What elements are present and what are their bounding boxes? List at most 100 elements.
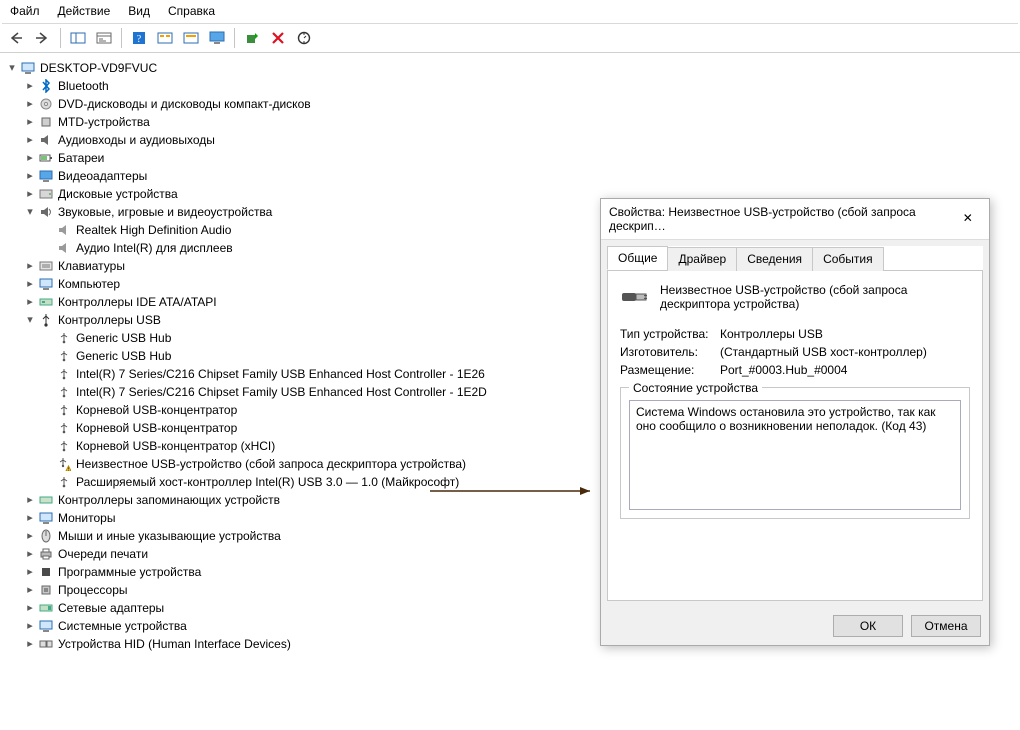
uninstall-button[interactable] (267, 27, 289, 49)
expand-icon[interactable]: ▸ (22, 527, 38, 545)
properties-button[interactable] (93, 27, 115, 49)
collapse-icon[interactable]: ▾ (22, 203, 38, 221)
value-location: Port_#0003.Hub_#0004 (720, 363, 847, 377)
expand-icon[interactable]: ▸ (22, 635, 38, 653)
usb-icon (38, 312, 54, 328)
view-resources-button[interactable] (180, 27, 202, 49)
expand-icon[interactable]: ▸ (22, 131, 38, 149)
tab-events[interactable]: События (812, 247, 884, 271)
label-location: Размещение: (620, 363, 720, 377)
expand-icon[interactable]: ▸ (22, 257, 38, 275)
speaker-icon (38, 204, 54, 220)
expand-icon[interactable]: ▸ (22, 617, 38, 635)
dialog-titlebar[interactable]: Свойства: Неизвестное USB-устройство (сб… (601, 199, 989, 240)
dialog-tabs: Общие Драйвер Сведения События (607, 246, 983, 271)
disc-icon (38, 96, 54, 112)
tab-general[interactable]: Общие (607, 246, 668, 270)
expand-icon[interactable]: ▸ (22, 581, 38, 599)
nav-back-button[interactable] (6, 27, 28, 49)
cat-bluetooth[interactable]: ▸Bluetooth (22, 77, 1016, 95)
computer-icon (20, 60, 36, 76)
cat-dvd[interactable]: ▸DVD-дисководы и дисководы компакт-диско… (22, 95, 1016, 113)
cancel-button[interactable]: Отмена (911, 615, 981, 637)
usb-icon (56, 402, 72, 418)
tab-driver[interactable]: Драйвер (667, 247, 737, 271)
menu-help[interactable]: Справка (168, 4, 215, 18)
expand-icon[interactable]: ▸ (22, 509, 38, 527)
expand-icon[interactable]: ▸ (22, 185, 38, 203)
cat-audio-io[interactable]: ▸Аудиовходы и аудиовыходы (22, 131, 1016, 149)
speaker-icon (38, 132, 54, 148)
tab-body-general: Неизвестное USB-устройство (сбой запроса… (607, 271, 983, 601)
usb-icon (56, 438, 72, 454)
nav-forward-button[interactable] (32, 27, 54, 49)
tab-details[interactable]: Сведения (736, 247, 813, 271)
update-driver-button[interactable] (241, 27, 263, 49)
root-label: DESKTOP-VD9FVUC (40, 59, 157, 77)
annotation-arrow (430, 486, 600, 494)
cat-video[interactable]: ▸Видеоадаптеры (22, 167, 1016, 185)
usb-icon (56, 348, 72, 364)
monitor-icon-button[interactable] (206, 27, 228, 49)
keyboard-icon (38, 258, 54, 274)
storage-controller-icon (38, 492, 54, 508)
hdd-icon (38, 186, 54, 202)
cat-mtd[interactable]: ▸MTD-устройства (22, 113, 1016, 131)
usb-icon (56, 330, 72, 346)
device-status-group: Состояние устройства Система Windows ост… (620, 387, 970, 519)
expand-icon[interactable]: ▸ (22, 113, 38, 131)
expand-icon[interactable]: ▾ (4, 59, 20, 77)
menu-view[interactable]: Вид (128, 4, 150, 18)
ok-button[interactable]: ОК (833, 615, 903, 637)
menu-action[interactable]: Действие (58, 4, 111, 18)
cpu-icon (38, 582, 54, 598)
usb-icon (56, 366, 72, 382)
expand-icon[interactable]: ▸ (22, 95, 38, 113)
toolbar: ? (0, 24, 1020, 53)
battery-icon (38, 150, 54, 166)
collapse-icon[interactable]: ▾ (22, 311, 38, 329)
value-device-type: Контроллеры USB (720, 327, 823, 341)
close-icon[interactable]: ✕ (955, 209, 981, 229)
tree-root[interactable]: ▾ DESKTOP-VD9FVUC (4, 59, 1016, 77)
expand-icon[interactable]: ▸ (22, 293, 38, 311)
display-adapter-icon (38, 168, 54, 184)
show-hide-tree-button[interactable] (67, 27, 89, 49)
expand-icon[interactable]: ▸ (22, 275, 38, 293)
expand-icon[interactable]: ▸ (22, 491, 38, 509)
usb-warning-icon (56, 456, 72, 472)
network-adapter-icon (38, 600, 54, 616)
device-status-text[interactable]: Система Windows остановила это устройств… (629, 400, 961, 510)
usb-plug-icon (620, 281, 650, 313)
device-name: Неизвестное USB-устройство (сбой запроса… (660, 281, 970, 313)
computer-icon (38, 276, 54, 292)
expand-icon[interactable]: ▸ (22, 563, 38, 581)
chip-icon (38, 114, 54, 130)
expand-icon[interactable]: ▸ (22, 599, 38, 617)
usb-icon (56, 420, 72, 436)
expand-icon[interactable]: ▸ (22, 167, 38, 185)
dialog-title-text: Свойства: Неизвестное USB-устройство (сб… (609, 205, 955, 233)
label-manufacturer: Изготовитель: (620, 345, 720, 359)
speaker-icon (56, 222, 72, 238)
menu-bar: Файл Действие Вид Справка (0, 0, 1020, 23)
usb-icon (56, 384, 72, 400)
svg-text:?: ? (137, 34, 142, 45)
expand-icon[interactable]: ▸ (22, 149, 38, 167)
software-device-icon (38, 564, 54, 580)
device-status-legend: Состояние устройства (629, 381, 762, 395)
usb-icon (56, 474, 72, 490)
mouse-icon (38, 528, 54, 544)
value-manufacturer: (Стандартный USB хост-контроллер) (720, 345, 927, 359)
help-button[interactable]: ? (128, 27, 150, 49)
bluetooth-icon (38, 78, 54, 94)
cat-battery[interactable]: ▸Батареи (22, 149, 1016, 167)
view-devices-button[interactable] (154, 27, 176, 49)
properties-dialog: Свойства: Неизвестное USB-устройство (сб… (600, 198, 990, 646)
label-device-type: Тип устройства: (620, 327, 720, 341)
menu-file[interactable]: Файл (10, 4, 40, 18)
scan-hardware-button[interactable] (293, 27, 315, 49)
expand-icon[interactable]: ▸ (22, 77, 38, 95)
expand-icon[interactable]: ▸ (22, 545, 38, 563)
system-device-icon (38, 618, 54, 634)
